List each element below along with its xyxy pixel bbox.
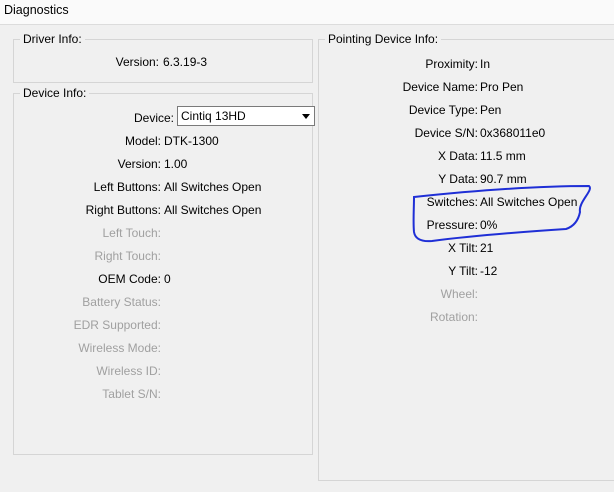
device-info-row: Battery Status:: [14, 293, 312, 311]
driver-info-group: Driver Info: Version: 6.3.19-3: [13, 32, 313, 83]
pointing-info-value: In: [480, 57, 491, 71]
pointing-info-label: Device Type:: [408, 103, 478, 117]
chevron-down-icon: [302, 114, 310, 119]
pointing-info-row: Switches: All Switches Open: [319, 193, 614, 211]
device-info-label: Right Buttons:: [85, 203, 161, 217]
device-label: Device:: [133, 111, 174, 125]
pointing-info-row: Rotation:: [319, 308, 614, 326]
device-info-row: Model: DTK-1300: [14, 132, 312, 150]
pointing-info-label: Y Tilt:: [448, 264, 478, 278]
pointing-info-row: X Data: 11.5 mm: [319, 147, 614, 165]
device-info-value: 0: [164, 272, 171, 286]
pointing-info-label: Switches:: [426, 195, 478, 209]
pointing-info-value: Pen: [480, 103, 502, 117]
pointing-info-row: Device Name: Pro Pen: [319, 78, 614, 96]
device-info-row: Tablet S/N:: [14, 385, 312, 403]
pointing-info-legend: Pointing Device Info:: [325, 32, 442, 46]
pointing-info-label: X Tilt:: [447, 241, 478, 255]
pointing-info-row: Device S/N: 0x368011e0: [319, 124, 614, 142]
driver-version-value: 6.3.19-3: [163, 55, 208, 69]
device-info-value: All Switches Open: [164, 203, 262, 217]
device-info-value: 1.00: [164, 157, 188, 171]
pointing-info-row: Pressure: 0%: [319, 216, 614, 234]
pointing-info-label: Proximity:: [425, 57, 478, 71]
device-info-label: Wireless ID:: [96, 364, 161, 378]
pointing-info-value: 90.7 mm: [480, 172, 527, 186]
driver-version-label: Version:: [115, 55, 159, 69]
device-info-label: EDR Supported:: [73, 318, 161, 332]
device-dropdown[interactable]: Cintiq 13HD: [177, 106, 315, 126]
device-info-legend: Device Info:: [20, 86, 90, 100]
device-info-label: Model:: [124, 134, 161, 148]
pointing-info-label: X Data:: [437, 149, 478, 163]
pointing-info-label: Pressure:: [426, 218, 478, 232]
device-info-row: Left Touch:: [14, 224, 312, 242]
device-info-row: Left Buttons: All Switches Open: [14, 178, 312, 196]
device-info-row: Version: 1.00: [14, 155, 312, 173]
pointing-info-label: Y Data:: [438, 172, 478, 186]
window-title: Diagnostics: [4, 3, 69, 17]
device-info-group: Device Info: Device: Cintiq 13HD Model: D…: [13, 86, 315, 455]
device-info-label: Right Touch:: [94, 249, 162, 263]
device-select-row: Device: Cintiq 13HD: [14, 106, 315, 127]
pointing-info-label: Rotation:: [429, 310, 478, 324]
pointing-info-group: Pointing Device Info: Proximity: In Device…: [318, 32, 614, 481]
pointing-info-label: Device Name:: [402, 80, 478, 94]
device-info-row: Wireless ID:: [14, 362, 312, 380]
device-info-row: Right Touch:: [14, 247, 312, 265]
device-info-label: Left Buttons:: [93, 180, 161, 194]
device-info-label: Wireless Mode:: [78, 341, 161, 355]
pointing-info-value: All Switches Open: [480, 195, 578, 209]
pointing-info-row: Y Tilt: -12: [319, 262, 614, 280]
pointing-info-row: Wheel:: [319, 285, 614, 303]
pointing-info-value: 0x368011e0: [480, 126, 546, 140]
device-info-label: OEM Code:: [98, 272, 161, 286]
pointing-info-label: Device S/N:: [414, 126, 478, 140]
device-info-row: Right Buttons: All Switches Open: [14, 201, 312, 219]
pointing-info-row: Proximity: In: [319, 55, 614, 73]
pointing-info-value: -12: [480, 264, 498, 278]
pointing-info-value: 21: [480, 241, 494, 255]
device-info-label: Left Touch:: [102, 226, 162, 240]
device-info-value: DTK-1300: [164, 134, 219, 148]
pointing-info-value: Pro Pen: [480, 80, 524, 94]
pointing-info-row: X Tilt: 21: [319, 239, 614, 257]
pointing-info-value: 0%: [480, 218, 498, 232]
device-info-row: OEM Code: 0: [14, 270, 312, 288]
device-info-row: EDR Supported:: [14, 316, 312, 334]
pointing-info-value: 11.5 mm: [480, 149, 526, 163]
title-bar: Diagnostics: [0, 0, 614, 25]
pointing-info-row: Y Data: 90.7 mm: [319, 170, 614, 188]
pointing-info-label: Wheel:: [440, 287, 478, 301]
device-info-row: Wireless Mode:: [14, 339, 312, 357]
device-info-label: Version:: [117, 157, 161, 171]
device-info-label: Tablet S/N:: [102, 387, 161, 401]
driver-version-row: Version: 6.3.19-3: [14, 53, 312, 71]
device-info-value: All Switches Open: [164, 180, 262, 194]
device-info-label: Battery Status:: [82, 295, 161, 309]
device-dropdown-value: Cintiq 13HD: [181, 109, 246, 123]
pointing-info-row: Device Type: Pen: [319, 101, 614, 119]
driver-info-legend: Driver Info:: [20, 32, 85, 46]
